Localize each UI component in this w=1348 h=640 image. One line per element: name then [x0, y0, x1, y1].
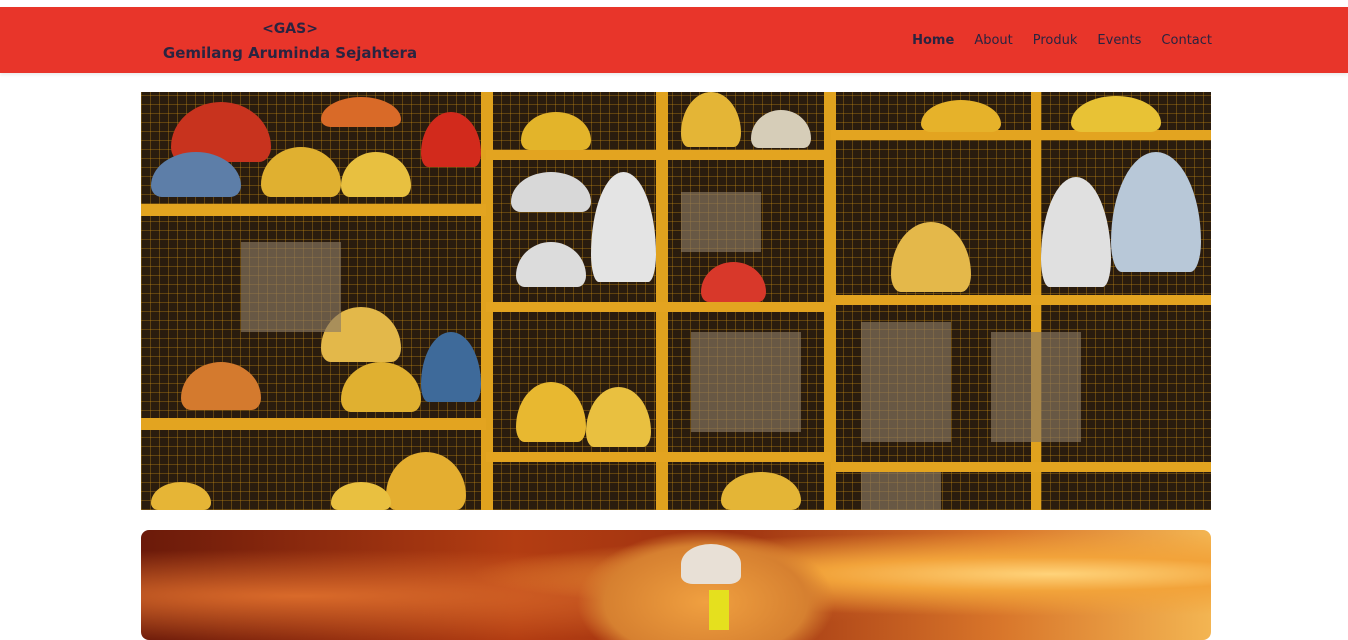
crate — [991, 332, 1081, 442]
nav-events-link[interactable]: Events — [1097, 33, 1141, 48]
rack-shelf — [486, 452, 831, 462]
nav-produk-link[interactable]: Produk — [1033, 33, 1078, 48]
crate — [691, 332, 801, 432]
rack-shelf — [486, 302, 831, 312]
rack-shelf — [141, 204, 486, 216]
crate — [861, 322, 951, 442]
crate — [681, 192, 761, 252]
hero-helmet-rack-image — [141, 92, 1211, 510]
firefighter-helmet — [681, 544, 741, 584]
main-nav: Home About Produk Events Contact — [912, 33, 1212, 48]
rack-shelf — [141, 418, 486, 430]
rack-shelf — [831, 462, 1211, 472]
crate — [861, 472, 941, 510]
nav-about-link[interactable]: About — [974, 33, 1012, 48]
top-navbar: <GAS> Gemilang Aruminda Sejahtera Home A… — [0, 7, 1348, 73]
crate — [241, 242, 341, 332]
brand[interactable]: <GAS> Gemilang Aruminda Sejahtera — [140, 17, 440, 65]
brand-name: Gemilang Aruminda Sejahtera — [162, 44, 418, 62]
brand-tag: <GAS> — [262, 21, 318, 37]
nav-home-link[interactable]: Home — [912, 33, 954, 48]
rack-shelf — [486, 150, 831, 160]
nav-contact-link[interactable]: Contact — [1161, 33, 1212, 48]
rack-shelf — [831, 295, 1211, 305]
reflective-stripe — [709, 590, 729, 630]
rack-shelf — [831, 130, 1211, 140]
